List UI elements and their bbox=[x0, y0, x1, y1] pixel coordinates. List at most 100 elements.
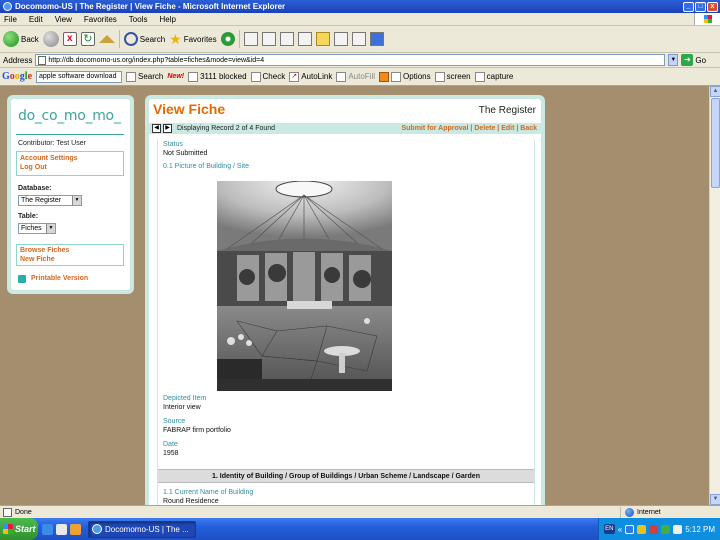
current-name-label: 1.1 Current Name of Building bbox=[163, 489, 254, 496]
maximize-button[interactable]: □ bbox=[695, 1, 706, 12]
autolink-button[interactable]: ↗ AutoLink bbox=[289, 71, 333, 82]
home-icon[interactable] bbox=[98, 35, 115, 43]
check-label: Check bbox=[262, 72, 286, 81]
scroll-down-arrow-icon[interactable]: ▼ bbox=[710, 494, 720, 505]
record-actions[interactable]: Submit for Approval | Delete | Edit | Ba… bbox=[401, 125, 541, 132]
antivirus-icon[interactable] bbox=[649, 524, 659, 534]
volume-icon[interactable] bbox=[673, 524, 683, 534]
tray-expand-icon[interactable]: « bbox=[618, 525, 622, 534]
mail-icon[interactable] bbox=[243, 32, 258, 46]
new-fiche-link[interactable]: New Fiche bbox=[20, 255, 120, 264]
table-select[interactable]: Fiches ▼ bbox=[18, 223, 56, 234]
search-label: Search bbox=[139, 34, 166, 44]
menu-tools[interactable]: Tools bbox=[129, 15, 148, 24]
network-icon[interactable] bbox=[625, 524, 635, 534]
depicted-item-label: Depicted Item bbox=[163, 395, 207, 402]
blocked-count: 3111 blocked bbox=[200, 72, 247, 81]
options-icon bbox=[391, 71, 402, 82]
start-button[interactable]: Start bbox=[0, 518, 38, 540]
account-settings-link[interactable]: Account Settings bbox=[20, 154, 120, 163]
google-search-button[interactable]: Search bbox=[126, 71, 163, 82]
database-label: Database: bbox=[18, 185, 52, 192]
browser-content: do_co_mo_mo_ Contributor: Test User Acco… bbox=[0, 86, 710, 505]
go-button[interactable]: ➜ Go bbox=[681, 54, 706, 66]
printer-icon bbox=[18, 274, 26, 283]
window-title: Docomomo-US | The Register | View Fiche … bbox=[15, 2, 286, 11]
options-button[interactable]: Options bbox=[379, 71, 431, 82]
research-icon[interactable] bbox=[351, 32, 366, 46]
close-button[interactable]: x bbox=[707, 1, 718, 12]
fiche-links-box: Browse Fiches New Fiche bbox=[16, 244, 124, 266]
scroll-thumb[interactable] bbox=[711, 98, 720, 188]
next-record-button[interactable]: ▶ bbox=[163, 124, 172, 133]
messenger-tray-icon[interactable] bbox=[661, 524, 671, 534]
printable-version-link[interactable]: Printable Version bbox=[31, 274, 88, 283]
print-icon[interactable] bbox=[261, 32, 276, 46]
menu-help[interactable]: Help bbox=[159, 15, 175, 24]
chevron-down-icon: ▼ bbox=[46, 224, 55, 233]
autofill-button[interactable]: AutoFill bbox=[336, 71, 375, 82]
toolbar-separator bbox=[238, 30, 240, 48]
status-value: Not Submitted bbox=[163, 150, 208, 157]
taskbar: Start Docomomo-US | The ... EN « 5:12 PM bbox=[0, 518, 720, 540]
ie-quicklaunch-icon[interactable] bbox=[42, 523, 53, 535]
address-bar: Address http://db.docomomo-us.org/index.… bbox=[0, 53, 720, 68]
vertical-scrollbar[interactable]: ▲ ▼ bbox=[709, 86, 720, 505]
register-title: The Register bbox=[478, 105, 536, 116]
page-done-icon bbox=[3, 507, 12, 517]
printable-version[interactable]: Printable Version bbox=[18, 274, 88, 283]
spell-check-button[interactable]: Check bbox=[250, 71, 286, 82]
menu-edit[interactable]: Edit bbox=[29, 15, 43, 24]
address-input[interactable]: http://db.docomomo-us.org/index.php?tabl… bbox=[35, 54, 666, 66]
back-arrow-icon bbox=[3, 31, 19, 47]
stop-icon[interactable]: x bbox=[62, 32, 77, 46]
messenger-icon[interactable] bbox=[333, 32, 348, 46]
contributor-text: Contributor: Test User bbox=[18, 140, 86, 147]
taskbar-task-ie[interactable]: Docomomo-US | The ... bbox=[88, 520, 196, 538]
notes-icon[interactable] bbox=[315, 32, 330, 46]
ie-logo-icon bbox=[3, 2, 12, 11]
security-icon[interactable] bbox=[637, 524, 647, 534]
back-button[interactable]: Back bbox=[3, 31, 39, 47]
menu-favorites[interactable]: Favorites bbox=[84, 15, 117, 24]
windows-logo-icon bbox=[694, 13, 720, 25]
table-label: Table: bbox=[18, 213, 39, 220]
capture-button[interactable]: capture bbox=[474, 71, 513, 82]
minimize-button[interactable]: _ bbox=[683, 1, 694, 12]
window-controls: _ □ x bbox=[683, 1, 720, 12]
address-dropdown-arrow-icon[interactable]: ▼ bbox=[668, 54, 679, 66]
extension-icon[interactable] bbox=[369, 32, 384, 46]
popup-blocker-button[interactable]: 3111 blocked bbox=[188, 71, 247, 82]
log-out-link[interactable]: Log Out bbox=[20, 163, 120, 172]
media-quicklaunch-icon[interactable] bbox=[70, 523, 81, 535]
forward-arrow-icon bbox=[42, 31, 59, 47]
forward-button[interactable] bbox=[42, 31, 59, 47]
autofill-icon bbox=[336, 71, 347, 82]
system-tray: EN « 5:12 PM bbox=[597, 518, 720, 540]
discuss-icon[interactable] bbox=[297, 32, 312, 46]
section-heading: 1. Identity of Building / Group of Build… bbox=[158, 469, 534, 483]
favorites-button[interactable]: ★ Favorites bbox=[169, 32, 216, 46]
google-search-input[interactable]: apple software download bbox=[36, 70, 123, 83]
search-button[interactable]: Search bbox=[123, 32, 166, 46]
scroll-up-arrow-icon[interactable]: ▲ bbox=[710, 86, 720, 97]
browse-fiches-link[interactable]: Browse Fiches bbox=[20, 246, 120, 255]
edit-icon[interactable] bbox=[279, 32, 294, 46]
go-arrow-icon: ➜ bbox=[681, 54, 694, 66]
main-panel: View Fiche The Register ◀ ▶ Displaying R… bbox=[145, 95, 545, 505]
refresh-icon[interactable]: ↻ bbox=[80, 32, 95, 46]
menu-file[interactable]: File bbox=[4, 15, 17, 24]
previous-record-button[interactable]: ◀ bbox=[152, 124, 161, 133]
record-nav-bar: ◀ ▶ Displaying Record 2 of 4 Found Submi… bbox=[149, 123, 541, 134]
language-indicator[interactable]: EN bbox=[603, 524, 615, 534]
media-icon[interactable] bbox=[220, 32, 235, 46]
address-label: Address bbox=[3, 55, 33, 65]
source-value: FABRAP firm portfolio bbox=[163, 427, 231, 434]
docomomo-logo[interactable]: do_co_mo_mo_ bbox=[11, 99, 130, 124]
menu-view[interactable]: View bbox=[55, 15, 72, 24]
database-select[interactable]: The Register ▼ bbox=[18, 195, 82, 206]
desktop-quicklaunch-icon[interactable] bbox=[56, 523, 67, 535]
current-name-value: Round Residence bbox=[163, 498, 219, 505]
autolink-label: AutoLink bbox=[301, 72, 333, 81]
screen-button[interactable]: screen bbox=[434, 71, 471, 82]
